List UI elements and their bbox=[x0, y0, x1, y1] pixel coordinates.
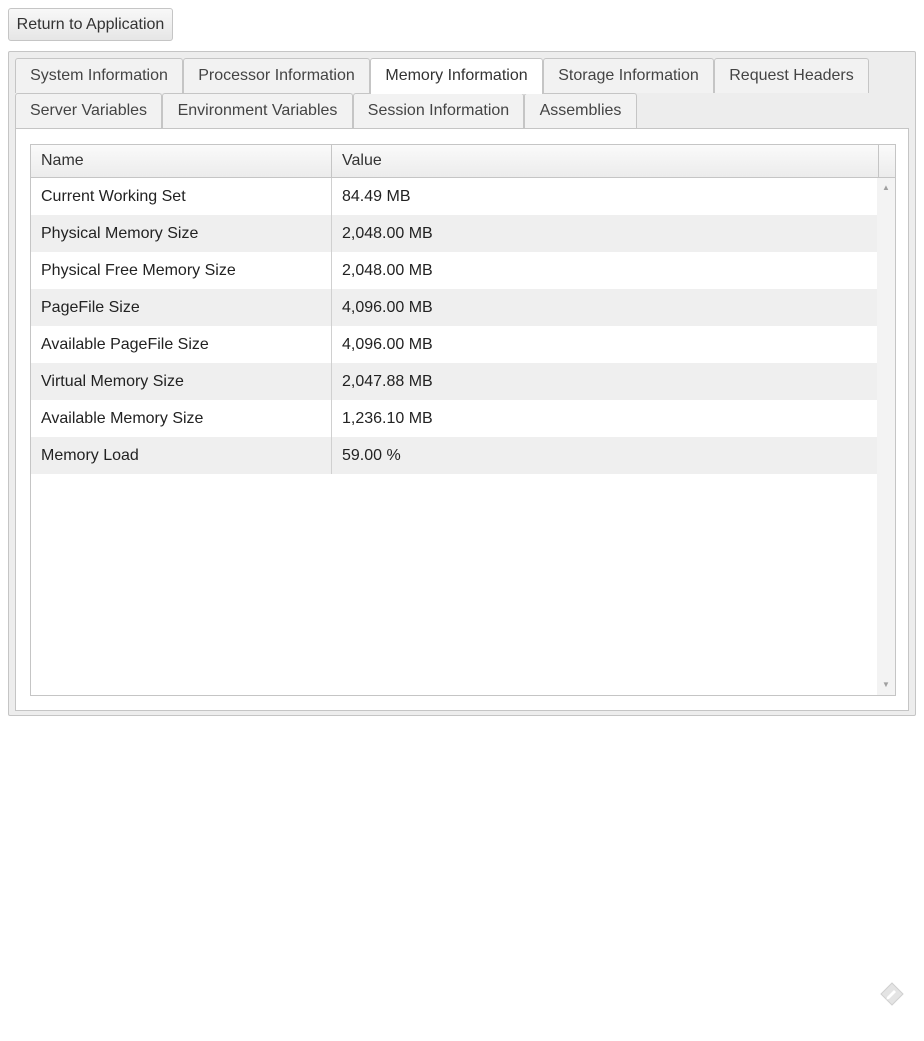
memory-information-panel: Name Value Current Working Set 84.49 MB … bbox=[15, 128, 909, 711]
row-name-cell: Available Memory Size bbox=[41, 410, 204, 427]
table-row[interactable]: Physical Memory Size 2,048.00 MB bbox=[31, 215, 877, 252]
row-name-cell: Physical Memory Size bbox=[41, 225, 199, 242]
row-name-cell: Available PageFile Size bbox=[41, 336, 209, 353]
row-name-cell: Memory Load bbox=[41, 447, 139, 464]
row-value-cell: 59.00 % bbox=[342, 447, 401, 464]
tabs-container: System Information Processor Information… bbox=[8, 51, 916, 716]
row-name-cell: PageFile Size bbox=[41, 299, 140, 316]
scroll-up-arrow-icon[interactable]: ▲ bbox=[877, 180, 895, 196]
tab-memory-information[interactable]: Memory Information bbox=[370, 58, 543, 94]
tab-system-information[interactable]: System Information bbox=[15, 58, 183, 93]
row-value-cell: 4,096.00 MB bbox=[342, 299, 433, 316]
row-name-cell: Physical Free Memory Size bbox=[41, 262, 236, 279]
row-value-cell: 84.49 MB bbox=[342, 188, 411, 205]
edit-pencil-icon[interactable] bbox=[878, 980, 906, 1008]
memory-grid: Name Value Current Working Set 84.49 MB … bbox=[30, 144, 896, 696]
grid-body: Current Working Set 84.49 MB Physical Me… bbox=[31, 178, 877, 695]
row-value-cell: 4,096.00 MB bbox=[342, 336, 433, 353]
row-value-cell: 2,048.00 MB bbox=[342, 225, 433, 242]
row-value-cell: 2,048.00 MB bbox=[342, 262, 433, 279]
vertical-scrollbar[interactable]: ▲ ▼ bbox=[877, 178, 895, 695]
row-value-cell: 1,236.10 MB bbox=[342, 410, 433, 427]
table-row[interactable]: Memory Load 59.00 % bbox=[31, 437, 877, 474]
header-scroll-spacer bbox=[879, 145, 895, 177]
table-row[interactable]: Available Memory Size 1,236.10 MB bbox=[31, 400, 877, 437]
tab-processor-information[interactable]: Processor Information bbox=[183, 58, 370, 93]
tab-server-variables[interactable]: Server Variables bbox=[15, 93, 162, 128]
row-name-cell: Virtual Memory Size bbox=[41, 373, 184, 390]
table-row[interactable]: Current Working Set 84.49 MB bbox=[31, 178, 877, 215]
column-divider bbox=[331, 178, 332, 474]
column-header-name[interactable]: Name bbox=[31, 145, 332, 177]
scroll-down-arrow-icon[interactable]: ▼ bbox=[877, 677, 895, 693]
table-row[interactable]: PageFile Size 4,096.00 MB bbox=[31, 289, 877, 326]
table-row[interactable]: Physical Free Memory Size 2,048.00 MB bbox=[31, 252, 877, 289]
grid-header: Name Value bbox=[31, 145, 895, 178]
table-row[interactable]: Available PageFile Size 4,096.00 MB bbox=[31, 326, 877, 363]
tab-session-information[interactable]: Session Information bbox=[353, 93, 524, 128]
tab-storage-information[interactable]: Storage Information bbox=[543, 58, 714, 93]
row-value-cell: 2,047.88 MB bbox=[342, 373, 433, 390]
column-header-value[interactable]: Value bbox=[332, 145, 879, 177]
tab-assemblies[interactable]: Assemblies bbox=[524, 93, 637, 128]
row-name-cell: Current Working Set bbox=[41, 188, 186, 205]
tab-request-headers[interactable]: Request Headers bbox=[714, 58, 869, 93]
return-to-application-button[interactable]: Return to Application bbox=[8, 8, 173, 41]
table-row[interactable]: Virtual Memory Size 2,047.88 MB bbox=[31, 363, 877, 400]
tab-environment-variables[interactable]: Environment Variables bbox=[162, 93, 353, 128]
